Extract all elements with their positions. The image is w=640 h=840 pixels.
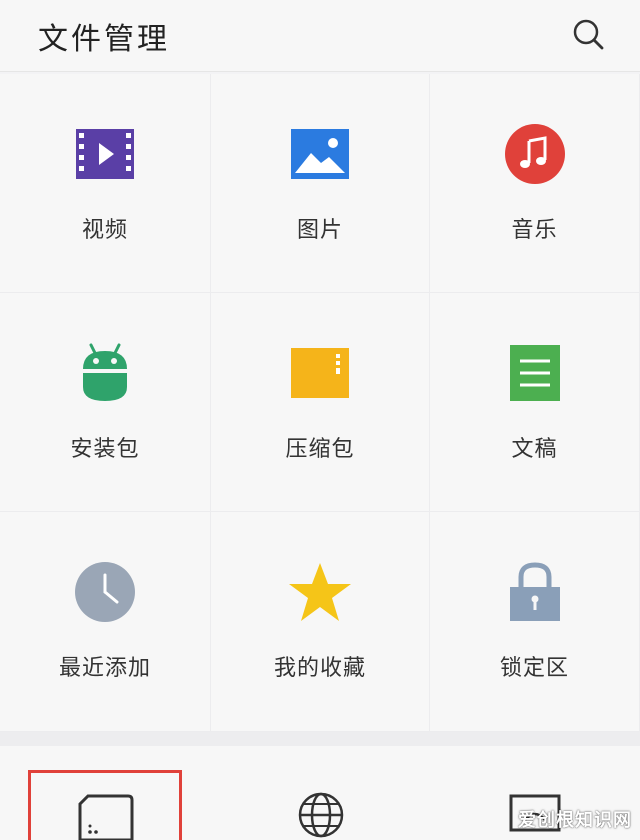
music-icon xyxy=(503,122,567,186)
category-label: 安装包 xyxy=(70,437,140,462)
star-icon xyxy=(288,560,352,624)
lock-icon xyxy=(503,560,567,624)
page-title: 文件管理 xyxy=(38,22,170,57)
search-button[interactable] xyxy=(565,14,611,54)
category-apk[interactable]: 安装包 xyxy=(0,293,211,512)
category-favorites[interactable]: 我的收藏 xyxy=(211,512,430,732)
category-documents[interactable]: 文稿 xyxy=(430,293,640,512)
image-icon xyxy=(288,122,352,186)
category-music[interactable]: 音乐 xyxy=(430,74,640,293)
category-label: 最近添加 xyxy=(58,656,151,681)
video-icon xyxy=(73,122,137,186)
category-label: 锁定区 xyxy=(499,656,569,681)
globe-icon xyxy=(291,790,351,840)
search-icon xyxy=(573,19,604,50)
app-header: 文件管理 xyxy=(0,0,640,72)
category-video[interactable]: 视频 xyxy=(0,74,211,293)
android-icon xyxy=(73,341,137,405)
category-label: 我的收藏 xyxy=(273,656,366,681)
watermark: 爱创根知识网 xyxy=(518,810,632,831)
category-image[interactable]: 图片 xyxy=(211,74,430,293)
category-label: 压缩包 xyxy=(285,437,355,462)
storage-network[interactable] xyxy=(211,746,430,840)
category-locked[interactable]: 锁定区 xyxy=(430,512,640,732)
clock-icon xyxy=(73,560,137,624)
section-divider xyxy=(0,732,640,746)
document-icon xyxy=(503,341,567,405)
category-grid: 视频 图片 音乐 安装包 压缩包 文稿 最近添加 我的收藏 锁定区 xyxy=(0,74,640,732)
category-recent[interactable]: 最近添加 xyxy=(0,512,211,732)
highlight-box xyxy=(28,770,182,840)
category-label: 图片 xyxy=(296,218,343,243)
category-label: 视频 xyxy=(81,218,128,243)
category-archive[interactable]: 压缩包 xyxy=(211,293,430,512)
archive-icon xyxy=(288,341,352,405)
category-label: 文稿 xyxy=(511,437,558,462)
category-label: 音乐 xyxy=(511,218,558,243)
file-manager-app: 文件管理 视频 图片 音乐 安装包 压缩包 文稿 最近添加 我的收藏 锁定区 爱… xyxy=(0,0,640,840)
